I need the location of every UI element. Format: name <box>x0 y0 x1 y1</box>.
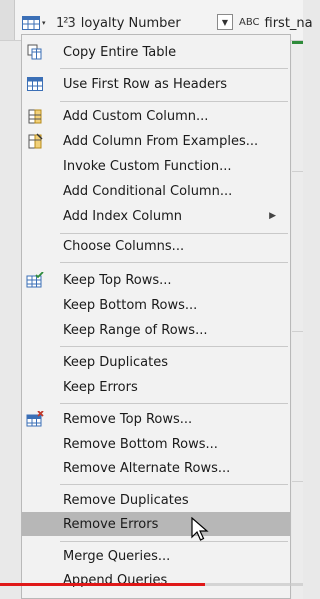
menu-item-label: Copy Entire Table <box>63 44 177 60</box>
menu-item-merge-queries[interactable]: Merge Queries... <box>22 544 290 568</box>
menu-item-label: Keep Bottom Rows... <box>63 297 198 313</box>
menu-item-choose-columns[interactable]: Choose Columns... <box>22 234 290 258</box>
menu-item-keep-range-of-rows[interactable]: Keep Range of Rows... <box>22 318 290 342</box>
menu-item-add-custom-column[interactable]: Add Custom Column... <box>22 104 290 128</box>
column-filter-dropdown[interactable]: ▼ <box>217 14 233 30</box>
menu-item-keep-top-rows[interactable]: Keep Top Rows... <box>22 268 290 292</box>
column-name: first_na <box>264 15 313 31</box>
row-header-edge <box>0 0 15 40</box>
menu-item-keep-errors[interactable]: Keep Errors <box>22 375 290 399</box>
menu-divider <box>60 262 288 263</box>
copy-table-icon <box>26 44 44 60</box>
menu-divider <box>60 346 288 347</box>
submenu-arrow-icon: ▶ <box>269 211 276 221</box>
menu-item-add-conditional-column[interactable]: Add Conditional Column... <box>22 179 290 203</box>
text-type-icon[interactable]: ABC <box>239 18 260 28</box>
keep-rows-icon <box>26 272 44 288</box>
column-name: loyalty Number <box>80 15 181 31</box>
video-progress-bar[interactable] <box>0 583 205 586</box>
dropdown-arrow-icon: ▼ <box>221 17 229 27</box>
column-header-loyalty-number[interactable]: 1²3 loyalty Number <box>56 12 181 34</box>
menu-item-label: Use First Row as Headers <box>63 76 228 92</box>
data-grid-edge <box>292 41 303 599</box>
menu-item-label: Keep Top Rows... <box>63 272 172 288</box>
menu-item-label: Add Conditional Column... <box>63 183 233 199</box>
menu-item-label: Remove Alternate Rows... <box>63 460 231 476</box>
menu-divider <box>60 68 288 69</box>
menu-item-remove-alternate-rows[interactable]: Remove Alternate Rows... <box>22 456 290 480</box>
menu-item-label: Remove Bottom Rows... <box>63 436 218 452</box>
menu-item-keep-duplicates[interactable]: Keep Duplicates <box>22 350 290 374</box>
menu-item-remove-top-rows[interactable]: Remove Top Rows... <box>22 407 290 431</box>
mouse-cursor-icon <box>191 517 209 541</box>
menu-divider <box>60 403 288 404</box>
menu-item-append-queries[interactable]: Append Queries <box>22 568 290 592</box>
menu-item-copy-entire-table[interactable]: Copy Entire Table <box>22 40 290 64</box>
menu-item-label: Remove Top Rows... <box>63 411 193 427</box>
remove-rows-icon <box>26 411 44 427</box>
menu-item-label: Choose Columns... <box>63 238 185 254</box>
menu-item-label: Remove Duplicates <box>63 492 189 508</box>
menu-item-add-column-from-examples[interactable]: Add Column From Examples... <box>22 129 290 153</box>
menu-item-remove-errors[interactable]: Remove Errors <box>22 512 290 536</box>
menu-item-label: Invoke Custom Function... <box>63 158 232 174</box>
menu-divider <box>60 101 288 102</box>
custom-column-icon <box>26 108 44 124</box>
menu-item-label: Keep Duplicates <box>63 354 168 370</box>
column-quality-bar <box>292 41 303 44</box>
menu-divider <box>60 484 288 485</box>
menu-item-remove-bottom-rows[interactable]: Remove Bottom Rows... <box>22 432 290 456</box>
menu-divider <box>60 541 288 542</box>
table-menu-button[interactable]: ▾ <box>22 14 48 32</box>
menu-item-label: Add Custom Column... <box>63 108 209 124</box>
menu-item-add-index-column[interactable]: Add Index Column ▶ <box>22 204 290 228</box>
menu-item-label: Keep Range of Rows... <box>63 322 208 338</box>
menu-item-label: Remove Errors <box>63 516 159 532</box>
table-icon <box>22 16 40 30</box>
menu-item-keep-bottom-rows[interactable]: Keep Bottom Rows... <box>22 293 290 317</box>
menu-item-label: Merge Queries... <box>63 548 171 564</box>
menu-item-label: Add Column From Examples... <box>63 133 259 149</box>
menu-item-use-first-row-as-headers[interactable]: Use First Row as Headers <box>22 72 290 96</box>
column-examples-icon <box>26 133 44 149</box>
menu-item-remove-duplicates[interactable]: Remove Duplicates <box>22 488 290 512</box>
menu-item-label: Add Index Column <box>63 208 183 224</box>
table-header-icon <box>26 76 44 92</box>
menu-item-invoke-custom-function[interactable]: Invoke Custom Function... <box>22 154 290 178</box>
table-context-menu: Copy Entire Table Use First Row as Heade… <box>21 34 291 599</box>
whole-number-type-icon[interactable]: 1²3 <box>56 16 76 31</box>
menu-item-label: Keep Errors <box>63 379 138 395</box>
video-progress-remaining[interactable] <box>205 583 303 586</box>
column-header-first-name[interactable]: ABC first_na <box>239 12 313 34</box>
table-menu-chevron-icon: ▾ <box>42 19 46 27</box>
